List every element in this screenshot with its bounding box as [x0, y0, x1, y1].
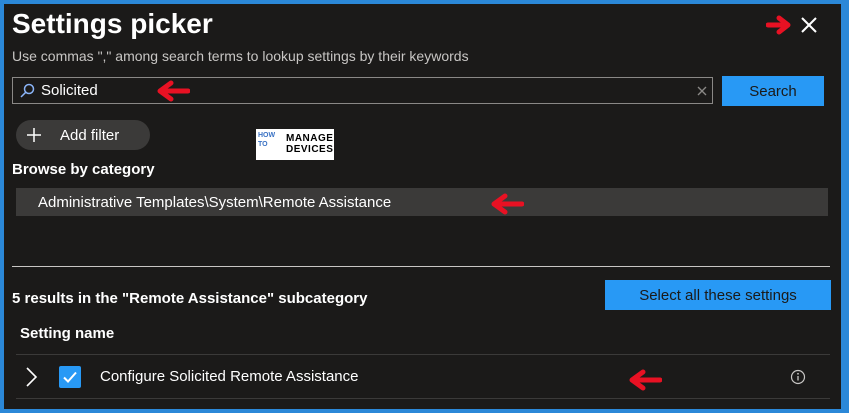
setting-name: Configure Solicited Remote Assistance: [100, 368, 359, 385]
category-label: Administrative Templates\System\Remote A…: [38, 194, 392, 211]
page-subtitle: Use commas "," among search terms to loo…: [12, 48, 469, 64]
plus-icon: [27, 128, 41, 142]
arrow-left-icon: [157, 80, 190, 102]
search-button[interactable]: Search: [722, 76, 824, 106]
chevron-right-icon[interactable]: [22, 366, 40, 388]
add-filter-button[interactable]: Add filter: [16, 120, 150, 150]
logo-text-manage: MANAGE: [286, 133, 334, 144]
logo-text-how: HOW: [258, 132, 276, 139]
logo-text-devices: DEVICES: [286, 144, 334, 155]
add-filter-label: Add filter: [60, 127, 120, 144]
browse-heading: Browse by category: [12, 161, 155, 178]
watermark-logo: HOW TO MANAGE DEVICES: [256, 129, 334, 160]
logo-text-to: TO: [258, 141, 268, 148]
close-icon: [801, 17, 817, 33]
arrow-left-icon: [629, 369, 662, 391]
search-field[interactable]: [12, 77, 713, 104]
close-button[interactable]: [796, 12, 822, 38]
table-row: Configure Solicited Remote Assistance: [16, 356, 830, 398]
page-title: Settings picker: [12, 8, 213, 39]
settings-picker-panel: Settings picker Use commas "," among sea…: [4, 4, 841, 409]
row-divider: [16, 354, 830, 355]
section-divider: [12, 266, 830, 267]
column-header-setting-name: Setting name: [20, 325, 115, 342]
results-count: 5 results in the "Remote Assistance" sub…: [12, 290, 368, 307]
info-icon[interactable]: [790, 369, 806, 385]
row-divider: [16, 398, 830, 399]
select-all-button[interactable]: Select all these settings: [605, 280, 831, 310]
category-item-remote-assistance[interactable]: Administrative Templates\System\Remote A…: [16, 188, 828, 216]
search-input[interactable]: [41, 80, 681, 101]
setting-checkbox[interactable]: [59, 366, 81, 388]
search-icon: [20, 83, 35, 98]
clear-icon[interactable]: [695, 84, 709, 98]
arrow-right-icon: [766, 15, 791, 35]
checkmark-icon: [63, 371, 77, 383]
arrow-left-icon: [491, 193, 524, 215]
